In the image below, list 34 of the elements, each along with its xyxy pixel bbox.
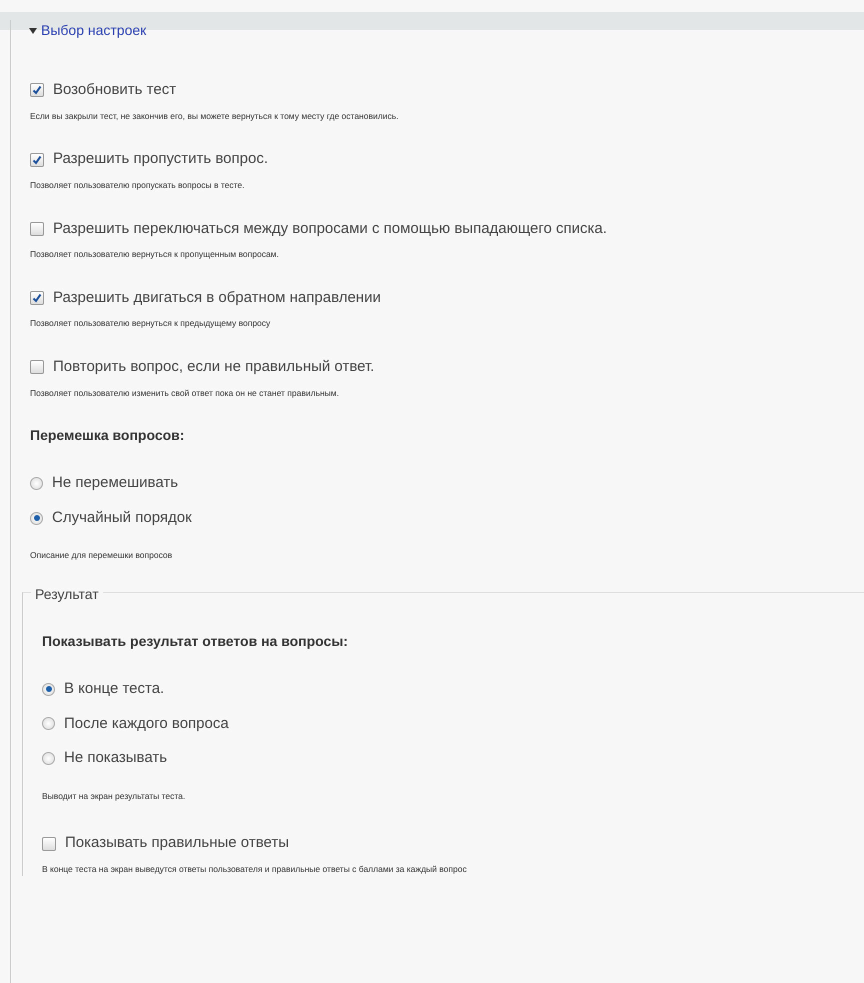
- section-toggle[interactable]: Выбор настроек: [29, 20, 146, 41]
- radio-label: Не перемешивать: [52, 473, 178, 494]
- description: Позволяет пользователю пропускать вопросы в тесте.: [30, 178, 246, 192]
- checkbox-label: Разрешить двигаться в обратном направлении: [53, 288, 381, 308]
- description: Позволяет пользователю изменить свой ответ пока он не станет правильным.: [30, 386, 340, 400]
- checkbox-label: Возобновить тест: [53, 80, 176, 100]
- radio-button[interactable]: [42, 682, 55, 696]
- radio-label: В конце теста.: [64, 679, 164, 699]
- radio-button[interactable]: [42, 752, 55, 765]
- radio-button[interactable]: [30, 477, 43, 490]
- checkbox[interactable]: [30, 360, 44, 374]
- radio-label: Случайный порядок: [52, 508, 192, 528]
- description: Выводит на экран результаты теста.: [42, 790, 186, 802]
- checkbox-label: Разрешить пропустить вопрос.: [53, 149, 268, 170]
- checkbox-label: Повторить вопрос, если не правильный ответ.: [53, 357, 374, 377]
- checkbox[interactable]: [30, 83, 44, 98]
- radio-button[interactable]: [30, 512, 43, 524]
- description: Позволяет пользователю вернуться к предыдущему вопросу: [30, 317, 272, 330]
- checkbox-label: Разрешить переключаться между вопросами с помощью выпадающего списка.: [53, 218, 607, 238]
- description: Если вы закрыли тест, не закончив его, вы можете вернуться к тому месту где остановились.: [30, 110, 400, 122]
- description: Позволяет пользователю вернуться к пропущенным вопросам.: [30, 248, 280, 261]
- checkbox[interactable]: [30, 291, 44, 305]
- group-title: Показывать результат ответов на вопросы:: [42, 632, 349, 651]
- group-title: Перемешка вопросов:: [30, 426, 186, 446]
- description: В конце теста на экран выведутся ответы пользователя и правильные ответы с баллами за каждый вопрос: [42, 862, 468, 876]
- radio-label: Не показывать: [64, 748, 168, 768]
- checkbox[interactable]: [30, 222, 44, 236]
- checkbox-label: Показывать правильные ответы: [65, 833, 289, 854]
- radio-button[interactable]: [42, 717, 55, 730]
- caret-icon: [29, 28, 37, 34]
- radio-label: После каждого вопроса: [64, 714, 229, 734]
- description: Описание для перемешки вопросов: [30, 549, 174, 562]
- checkbox[interactable]: [42, 836, 56, 850]
- checkbox[interactable]: [30, 152, 44, 166]
